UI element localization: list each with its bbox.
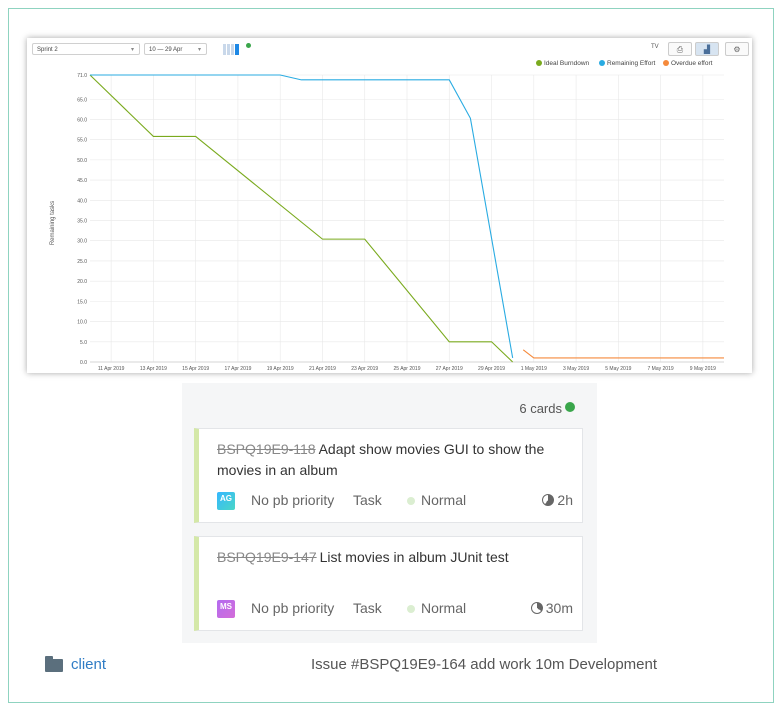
x-tick-label: 19 Apr 2019 (267, 366, 294, 372)
card-meta: AG No pb priority Task Normal 2h (217, 492, 579, 510)
x-tick-label: 5 May 2019 (605, 366, 631, 372)
cards-count: 6 cards (519, 401, 575, 416)
burndown-chart: 0.0 5.0 10.0 15.0 20.0 25.0 30.0 35.0 40.0 45.0 50… (50, 73, 724, 372)
x-tick-label: 21 Apr 2019 (309, 366, 336, 372)
card-meta: MS No pb priority Task Normal 30m (217, 600, 579, 618)
card-time-value: 2h (557, 492, 573, 508)
avatar[interactable]: MS (217, 600, 235, 618)
card-key[interactable]: BSPQ19E9-118 (217, 441, 316, 457)
card-time: 30m (530, 600, 573, 616)
y-tick-label: 5.0 (80, 340, 87, 346)
x-tick-label: 11 Apr 2019 (98, 366, 125, 372)
card-type: Task (353, 600, 382, 616)
y-tick-label: 40.0 (77, 198, 87, 204)
y-tick-label: 65.0 (77, 97, 87, 103)
folder-icon (45, 656, 63, 672)
commit-message[interactable]: Issue #BSPQ19E9-164 add work 10m Develop… (311, 656, 657, 673)
card-item[interactable]: BSPQ19E9-147 List movies in album JUnit t… (194, 536, 583, 631)
y-tick-label: 0.0 (80, 360, 87, 366)
card-priority: No pb priority (251, 600, 335, 616)
y-tick-label: 71.0 (77, 73, 87, 79)
x-tick-label: 1 May 2019 (521, 366, 547, 372)
severity-dot (407, 497, 415, 505)
x-tick-label: 23 Apr 2019 (351, 366, 378, 372)
severity-dot (407, 605, 415, 613)
card-key[interactable]: BSPQ19E9-147 (217, 549, 317, 565)
card-title-text: List movies in album JUnit test (319, 549, 509, 565)
y-axis-label: Remaining tasks (50, 201, 56, 245)
clock-icon (530, 602, 543, 614)
y-tick-label: 45.0 (77, 178, 87, 184)
x-tick-label: 15 Apr 2019 (182, 366, 209, 372)
x-tick-label: 3 May 2019 (563, 366, 589, 372)
clock-icon (542, 494, 555, 506)
avatar[interactable]: AG (217, 492, 235, 510)
y-tick-label: 25.0 (77, 259, 87, 265)
burndown-chart-panel: Sprint 2 ▾ 10 — 29 Apr ▾ TV ⎙ ▟ ⚙ Ideal … (27, 38, 752, 373)
x-tick-label: 17 Apr 2019 (224, 366, 251, 372)
x-tick-label: 13 Apr 2019 (140, 366, 167, 372)
x-tick-label: 9 May 2019 (690, 366, 716, 372)
card-title[interactable]: BSPQ19E9-118 Adapt show movies GUI to sho… (217, 439, 567, 481)
y-tick-label: 60.0 (77, 117, 87, 123)
card-time: 2h (542, 492, 573, 508)
y-tick-label: 50.0 (77, 158, 87, 164)
y-tick-label: 30.0 (77, 239, 87, 245)
series-line-3[interactable] (522, 349, 724, 359)
card-type: Task (353, 492, 382, 508)
board-column: 6 cards BSPQ19E9-118 Adapt show movies GU… (182, 383, 597, 643)
x-tick-label: 27 Apr 2019 (436, 366, 463, 372)
card-time-value: 30m (545, 600, 573, 616)
y-tick-label: 55.0 (77, 138, 87, 144)
card-title[interactable]: BSPQ19E9-147 List movies in album JUnit t… (217, 547, 567, 568)
y-tick-label: 15.0 (77, 299, 87, 305)
card-severity: Normal (421, 600, 467, 616)
x-tick-label: 29 Apr 2019 (478, 366, 505, 372)
folder-link[interactable]: client (71, 656, 106, 673)
y-tick-label: 20.0 (77, 279, 87, 285)
status-dot (565, 402, 575, 412)
x-tick-label: 25 Apr 2019 (394, 366, 421, 372)
card-item[interactable]: BSPQ19E9-118 Adapt show movies GUI to sho… (194, 428, 583, 523)
card-severity: Normal (421, 492, 467, 508)
y-tick-label: 35.0 (77, 219, 87, 225)
card-priority: No pb priority (251, 492, 335, 508)
x-tick-label: 7 May 2019 (648, 366, 674, 372)
y-tick-label: 10.0 (77, 320, 87, 326)
commit-row: client Issue #BSPQ19E9-164 add work 10m … (0, 645, 783, 685)
cards-count-label: 6 cards (519, 401, 562, 416)
